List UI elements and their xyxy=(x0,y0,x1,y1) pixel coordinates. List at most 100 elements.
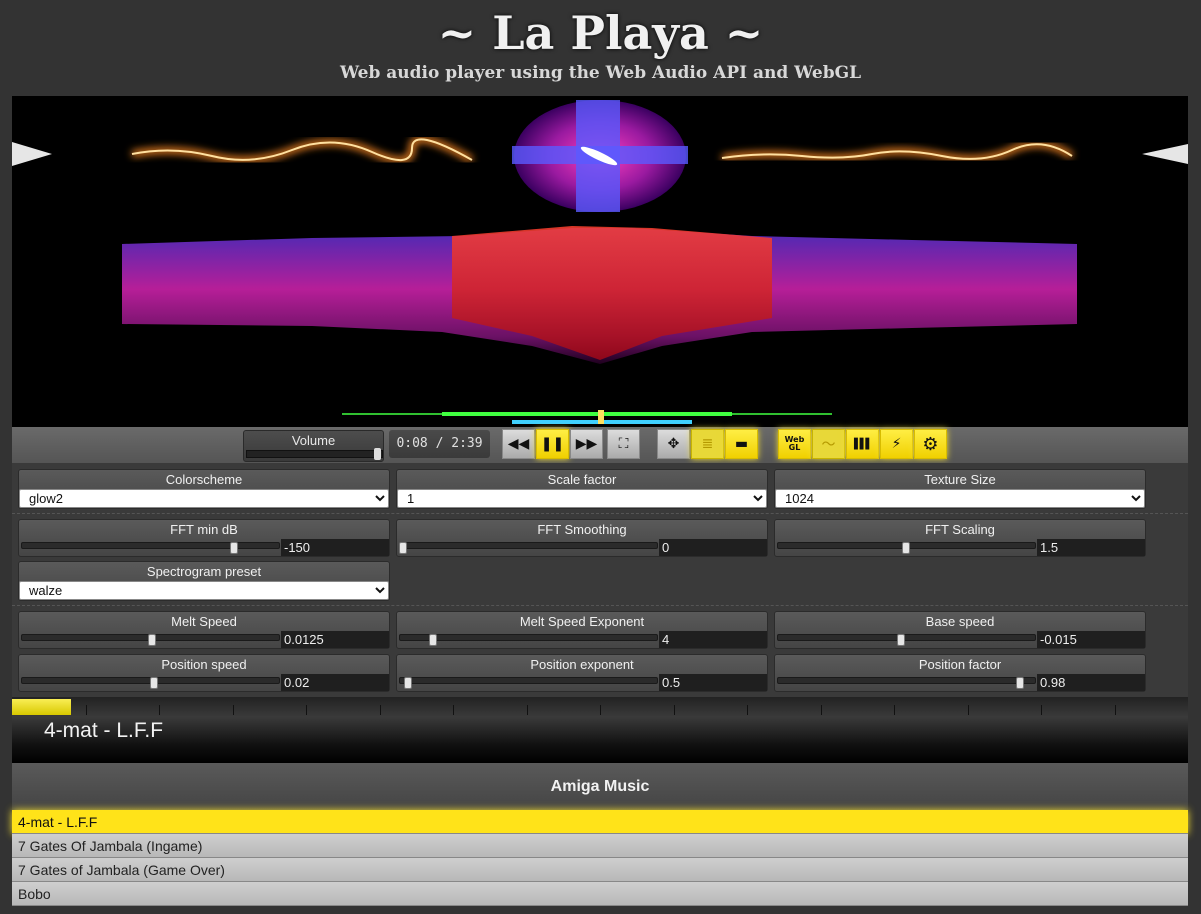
playlist-item[interactable]: 4-mat - L.F.F xyxy=(12,810,1188,834)
fft-smoothing-thumb[interactable] xyxy=(399,542,407,554)
webgl-button[interactable]: Web GL xyxy=(778,429,811,459)
progress-tick xyxy=(1114,705,1116,715)
melt-speed-exponent-slider[interactable] xyxy=(399,634,658,641)
base-speed-thumb[interactable] xyxy=(896,634,905,646)
fft-scaling-thumb[interactable] xyxy=(901,542,910,554)
fft-min-db-slider[interactable] xyxy=(21,542,280,549)
progress-tick xyxy=(747,705,748,715)
fft-min-db-thumb[interactable] xyxy=(230,542,239,554)
base-speed-slider[interactable] xyxy=(777,634,1036,641)
melt-speed-exponent-thumb[interactable] xyxy=(428,634,437,646)
progress-tick xyxy=(379,705,381,715)
volume-control[interactable]: Volume xyxy=(243,430,384,462)
webgl-icon: Web GL xyxy=(785,436,805,452)
separator xyxy=(12,605,1188,606)
fft-smoothing-slider[interactable] xyxy=(399,542,658,549)
webgl-bottom-text: GL xyxy=(788,443,801,452)
visualizer-canvas[interactable] xyxy=(12,96,1188,427)
position-exponent-thumb[interactable] xyxy=(403,677,412,689)
base-speed-value[interactable]: -0.015 xyxy=(1037,631,1145,648)
playlist-item[interactable]: 7 Gates of Jambala (Game Over) xyxy=(12,858,1188,882)
fullscreen-icon: ⛶ xyxy=(618,436,629,452)
playlist-item[interactable]: 7 Gates Of Jambala (Ingame) xyxy=(12,834,1188,858)
position-factor-control: Position factor 0.98 xyxy=(774,654,1146,692)
colorscheme-select[interactable]: glow2 xyxy=(19,489,389,508)
position-speed-control: Position speed 0.02 xyxy=(18,654,390,692)
pause-icon: ❚❚ xyxy=(540,436,565,452)
base-speed-control: Base speed -0.015 xyxy=(774,611,1146,649)
forward-button[interactable]: ▶▶ xyxy=(570,429,603,459)
melt-speed-exponent-control: Melt Speed Exponent 4 xyxy=(396,611,768,649)
bars-button[interactable]: ▌▌▌ xyxy=(846,429,879,459)
transport-bar: Volume 0:08 / 2:39 ◀◀ ❚❚ ▶▶ ⛶ ✥ ≣ ▬ Web … xyxy=(12,427,1188,463)
visualizer-graphic xyxy=(12,100,1188,424)
bar-mode-button[interactable]: ▬ xyxy=(725,429,758,459)
track-progress-bar[interactable] xyxy=(12,697,1188,717)
base-speed-label: Base speed xyxy=(925,614,995,629)
progress-tick xyxy=(967,705,969,715)
progress-tick xyxy=(526,705,528,715)
fft-scaling-value[interactable]: 1.5 xyxy=(1037,539,1145,556)
position-exponent-control: Position exponent 0.5 xyxy=(396,654,768,692)
waveform-button[interactable]: 〜 xyxy=(812,429,845,459)
rewind-icon: ◀◀ xyxy=(507,436,530,452)
pause-button[interactable]: ❚❚ xyxy=(536,429,569,459)
position-exponent-slider[interactable] xyxy=(399,677,658,684)
playlist: 4-mat - L.F.F 7 Gates Of Jambala (Ingame… xyxy=(12,810,1188,906)
melt-speed-control: Melt Speed 0.0125 xyxy=(18,611,390,649)
progress-tick xyxy=(159,705,160,715)
rewind-button[interactable]: ◀◀ xyxy=(502,429,535,459)
melt-speed-thumb[interactable] xyxy=(147,634,156,646)
separator xyxy=(12,513,1188,514)
colorscheme-control: Colorscheme glow2 xyxy=(18,469,390,509)
playlist-item[interactable]: Bobo xyxy=(12,882,1188,906)
scale-factor-control: Scale factor 1 xyxy=(396,469,768,509)
fullscreen-button[interactable]: ⛶ xyxy=(607,429,640,459)
fft-scaling-label: FFT Scaling xyxy=(925,522,995,537)
page-title: ~ La Playa ~ xyxy=(437,6,764,60)
fft-smoothing-value[interactable]: 0 xyxy=(659,539,767,556)
settings-panel: Colorscheme glow2 Scale factor 1 Texture… xyxy=(12,463,1188,697)
scale-factor-label: Scale factor xyxy=(547,472,617,487)
scale-factor-select[interactable]: 1 xyxy=(397,489,767,508)
melt-speed-exponent-value[interactable]: 4 xyxy=(659,631,767,648)
spectrum-mode-button[interactable]: ≣ xyxy=(691,429,724,459)
fft-smoothing-control: FFT Smoothing 0 xyxy=(396,519,768,557)
fft-smoothing-label: FFT Smoothing xyxy=(537,522,627,537)
move-button[interactable]: ✥ xyxy=(657,429,690,459)
volume-thumb[interactable] xyxy=(374,448,381,460)
progress-tick xyxy=(1041,705,1042,715)
texture-size-label: Texture Size xyxy=(924,472,996,487)
wave-icon: 〜 xyxy=(821,437,836,453)
position-exponent-value[interactable]: 0.5 xyxy=(659,674,767,691)
gear-icon: ⚙ xyxy=(922,433,939,455)
progress-tick xyxy=(85,705,87,715)
fft-scaling-control: FFT Scaling 1.5 xyxy=(774,519,1146,557)
volume-slider[interactable] xyxy=(246,450,383,458)
position-speed-thumb[interactable] xyxy=(150,677,159,689)
move-icon: ✥ xyxy=(667,436,680,452)
spectrogram-preset-control: Spectrogram preset walze xyxy=(18,561,390,601)
bar-icon: ▬ xyxy=(734,436,749,452)
settings-button[interactable]: ⚙ xyxy=(914,429,947,459)
page-subtitle: Web audio player using the Web Audio API… xyxy=(339,63,862,83)
colorscheme-label: Colorscheme xyxy=(165,472,243,487)
melt-speed-exponent-label: Melt Speed Exponent xyxy=(519,614,645,629)
texture-size-control: Texture Size 1024 xyxy=(774,469,1146,509)
signal-button[interactable]: ⚡ xyxy=(880,429,913,459)
spectrum-icon: ≣ xyxy=(701,436,714,452)
fft-min-db-value[interactable]: -150 xyxy=(281,539,389,556)
texture-size-select[interactable]: 1024 xyxy=(775,489,1145,508)
forward-icon: ▶▶ xyxy=(575,436,598,452)
position-factor-thumb[interactable] xyxy=(1016,677,1025,689)
melt-speed-value[interactable]: 0.0125 xyxy=(281,631,389,648)
position-factor-value[interactable]: 0.98 xyxy=(1037,674,1145,691)
position-speed-value[interactable]: 0.02 xyxy=(281,674,389,691)
progress-tick xyxy=(894,705,895,715)
progress-tick xyxy=(600,705,601,715)
fft-min-db-control: FFT min dB -150 xyxy=(18,519,390,557)
spectrogram-preset-select[interactable]: walze xyxy=(19,581,389,600)
position-factor-slider[interactable] xyxy=(777,677,1036,684)
progress-fill xyxy=(12,699,71,715)
progress-tick xyxy=(673,705,675,715)
